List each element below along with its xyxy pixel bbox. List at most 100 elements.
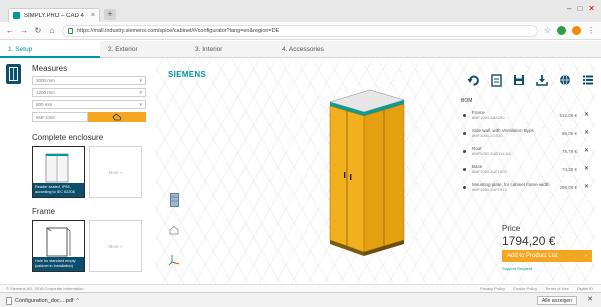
article-search-button[interactable] — [88, 112, 146, 122]
frame-option-card[interactable]: Hole for standard empty (cabinet in Inst… — [32, 220, 85, 272]
viewport-tools — [168, 193, 180, 267]
window-controls: – □ ✕ — [567, 4, 595, 13]
siemens-favicon-icon — [13, 12, 20, 19]
hand-pointer-icon — [112, 113, 122, 121]
axes-icon[interactable] — [168, 253, 180, 267]
enclosure-options: Reader sealed, IP55, according to IEC 62… — [32, 146, 148, 198]
add-to-product-list-button[interactable]: Add to Product List › — [502, 250, 592, 262]
home-view-icon[interactable] — [168, 223, 180, 237]
config-panel: Measures 2000 mm ▾ 1200 mm ▾ 600 mm ▾ 8M… — [32, 64, 148, 272]
bom-item-price: 86,00 € — [561, 131, 577, 136]
bom-item-price: 512,00 € — [559, 113, 577, 118]
remove-item-icon[interactable]: ✕ — [584, 129, 589, 136]
list-item: Base 8MF1050-2UF1000 74,35 € ✕ — [463, 164, 589, 181]
digital-id-link[interactable]: Digital ID — [577, 286, 593, 291]
document-icon[interactable] — [489, 73, 503, 87]
chevron-down-icon: ▾ — [139, 89, 142, 96]
bom-list: Frame 8MF1050-2BA200 512,00 € ✕ Side wal… — [463, 110, 589, 200]
copyright-text: © Siemens AG, 2018 Corporate Information — [6, 286, 84, 291]
cabinet-mini-icon[interactable] — [168, 193, 180, 207]
list-item: Roof 8MF1050-2UD114-0A 78,79 € ✕ — [463, 146, 589, 163]
close-window-button[interactable]: ✕ — [588, 4, 595, 13]
cabinet-view-icon[interactable] — [6, 64, 21, 84]
browser-menu-icon[interactable]: ⋮ — [587, 26, 595, 35]
width-select-value: 1200 mm — [36, 90, 55, 95]
chevron-down-icon: ▾ — [139, 101, 142, 108]
undo-icon[interactable] — [466, 73, 480, 87]
view-toolbar — [466, 73, 595, 87]
bullet-icon — [463, 186, 466, 189]
bullet-icon — [463, 132, 466, 135]
enclosure-option-caption: Reader sealed, IP55, according to IEC 62… — [33, 183, 84, 197]
list-menu-icon[interactable] — [581, 73, 595, 87]
tab-title: SIMPLY.PRO – CAD 4 — [24, 12, 84, 19]
globe-icon[interactable] — [558, 73, 572, 87]
price-label: Price — [502, 224, 521, 233]
frame-more-label: More » — [108, 243, 123, 249]
bookmark-star-icon[interactable]: ☆ — [544, 26, 551, 35]
browser-titlebar: SIMPLY.PRO – CAD 4 × + – □ ✕ — [0, 0, 601, 22]
minimize-button[interactable]: – — [567, 4, 571, 13]
footer-links: Privacy Policy Cookie Policy Terms of Us… — [480, 286, 593, 291]
url-field[interactable]: https://mall.industry.siemens.com/spice/… — [62, 24, 538, 37]
bullet-icon — [463, 150, 466, 153]
download-item[interactable]: Configuration_doc....pdf ^ — [6, 296, 88, 306]
privacy-policy-link[interactable]: Privacy Policy — [480, 286, 505, 291]
extension-green-icon[interactable] — [557, 26, 566, 35]
step-tabs: 1. Setup 2. Exterior 3. Interior 4. Acce… — [0, 41, 601, 58]
download-icon[interactable] — [535, 73, 549, 87]
bom-item-article: 8MF1050-2BA200 — [472, 115, 505, 120]
download-caret-icon[interactable]: ^ — [76, 298, 78, 304]
bom-item-price: 74,35 € — [561, 167, 577, 172]
tab-interior[interactable]: 3. Interior — [187, 41, 274, 58]
frame-thumbnail-icon — [46, 227, 71, 257]
tab-close-icon[interactable]: × — [91, 12, 95, 19]
depth-select[interactable]: 600 mm ▾ — [32, 100, 146, 109]
tab-setup[interactable]: 1. Setup — [0, 41, 100, 58]
remove-item-icon[interactable]: ✕ — [584, 111, 589, 118]
new-tab-button[interactable]: + — [104, 9, 116, 20]
height-select[interactable]: 2000 mm ▾ — [32, 76, 146, 85]
cabinet-3d-model[interactable] — [326, 86, 406, 260]
home-icon[interactable]: ⌂ — [48, 26, 56, 35]
tab-exterior[interactable]: 2. Exterior — [100, 41, 187, 58]
browser-tab[interactable]: SIMPLY.PRO – CAD 4 × — [8, 8, 100, 22]
close-download-bar-icon[interactable]: ✕ — [587, 295, 593, 303]
chevron-right-icon: › — [585, 253, 587, 259]
bom-item-article: 8MF1050-2UF1013 — [472, 187, 507, 192]
bom-item-article: 8MF1050-2GS10 — [472, 133, 503, 138]
height-select-value: 2000 mm — [36, 78, 55, 83]
frame-title: Frame — [32, 207, 56, 216]
sku-row: 8MF1050 — [32, 112, 146, 122]
terms-of-use-link[interactable]: Terms of Use — [545, 286, 569, 291]
enclosure-option-card[interactable]: Reader sealed, IP55, according to IEC 62… — [32, 146, 85, 198]
reload-icon[interactable]: ↻ — [34, 26, 42, 35]
frame-options: Hole for standard empty (cabinet in Inst… — [32, 220, 148, 272]
maximize-button[interactable]: □ — [577, 4, 582, 13]
download-filename: Configuration_doc....pdf — [15, 298, 74, 304]
save-icon[interactable] — [512, 73, 526, 87]
article-number-input[interactable]: 8MF1050 — [32, 112, 88, 122]
remove-item-icon[interactable]: ✕ — [584, 165, 589, 172]
bullet-icon — [463, 114, 466, 117]
show-all-downloads-button[interactable]: Alle anzeigen — [536, 296, 577, 305]
cookie-policy-link[interactable]: Cookie Policy — [513, 286, 537, 291]
remove-item-icon[interactable]: ✕ — [584, 183, 589, 190]
lock-icon — [68, 27, 73, 34]
tab-accessories[interactable]: 4. Accessories — [274, 41, 374, 58]
support-request-link[interactable]: Support Request — [502, 266, 532, 271]
frame-option-caption: Hole for standard empty (cabinet in Inst… — [33, 257, 84, 271]
bom-item-price: 78,79 € — [561, 149, 577, 154]
left-sidebar — [6, 64, 23, 289]
remove-item-icon[interactable]: ✕ — [584, 147, 589, 154]
forward-arrow-icon[interactable]: → — [20, 26, 28, 35]
width-select[interactable]: 1200 mm ▾ — [32, 88, 146, 97]
enclosure-more-card[interactable]: More » — [89, 146, 142, 198]
measures-title: Measures — [32, 64, 68, 73]
depth-select-value: 600 mm — [36, 102, 53, 107]
url-text: https://mall.industry.siemens.com/spice/… — [77, 27, 280, 34]
extension-orange-icon[interactable] — [572, 26, 581, 35]
back-arrow-icon[interactable]: ← — [6, 26, 14, 35]
bullet-icon — [463, 168, 466, 171]
frame-more-card[interactable]: More » — [89, 220, 142, 272]
